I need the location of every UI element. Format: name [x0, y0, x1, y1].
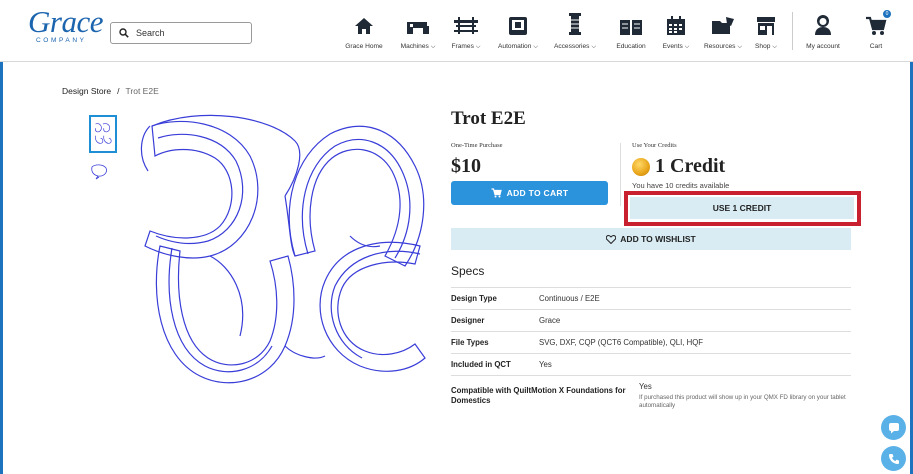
- spec-row: Design Type Continuous / E2E: [451, 287, 851, 309]
- cart-icon: [866, 16, 887, 35]
- product-title: Trot E2E: [451, 108, 526, 129]
- design-preview-image: [140, 114, 426, 384]
- nav-label: Grace Home: [345, 43, 383, 50]
- credits-available-text: You have 10 credits available: [632, 181, 730, 190]
- credits-label: Use Your Credits: [632, 142, 677, 149]
- logo-text: Grace: [28, 4, 103, 39]
- chevron-down-icon: ⌵: [475, 44, 481, 50]
- search-icon: [119, 28, 129, 38]
- spec-value: SVG, DXF, CQP (QCT6 Compatible), QLI, HQ…: [539, 338, 704, 347]
- thumbnail-1-selected[interactable]: [89, 115, 117, 153]
- add-to-wishlist-button[interactable]: ADD TO WISHLIST: [451, 228, 851, 250]
- spec-note: If purchased this product will show up i…: [639, 394, 846, 409]
- spec-row: File Types SVG, DXF, CQP (QCT6 Compatibl…: [451, 331, 851, 353]
- design-thumbnail-icon: [95, 123, 112, 144]
- use-credit-button[interactable]: USE 1 CREDIT: [630, 197, 854, 219]
- credit-value: 1 Credit: [655, 155, 726, 177]
- spec-value: Yes: [639, 382, 652, 391]
- search-input[interactable]: [136, 28, 246, 38]
- spec-value: Grace: [539, 316, 561, 325]
- product-price: $10: [451, 155, 481, 177]
- nav-label: Cart: [869, 43, 883, 50]
- cart-icon: [491, 188, 502, 198]
- chat-button[interactable]: [881, 415, 906, 440]
- calendar-icon: [667, 16, 685, 35]
- user-icon: [815, 15, 831, 35]
- one-time-purchase-label: One-Time Purchase: [451, 142, 503, 149]
- spec-value: Continuous / E2E: [539, 294, 600, 303]
- spec-key: Design Type: [451, 294, 497, 303]
- thread-spool-icon: [569, 13, 581, 35]
- chevron-down-icon: ⌵: [772, 44, 777, 50]
- cart-badge: 0: [883, 10, 891, 18]
- spec-row: Compatible with QuiltMotion X Foundation…: [451, 375, 851, 413]
- wishlist-label: ADD TO WISHLIST: [620, 234, 696, 244]
- search-box[interactable]: [110, 22, 252, 44]
- automation-screen-icon: [509, 17, 527, 35]
- credit-price: 1 Credit: [632, 155, 725, 178]
- breadcrumb: Design Store / Trot E2E: [62, 86, 159, 96]
- quilting-frame-icon: [454, 17, 478, 34]
- storefront-icon: [757, 17, 775, 35]
- grace-logo[interactable]: Grace COMPANY: [28, 4, 103, 50]
- site-header: Grace COMPANY Grace Home Machines⌵ Frame…: [0, 0, 913, 62]
- thumbnail-2[interactable]: [89, 162, 117, 190]
- nav-label: My account: [806, 43, 840, 50]
- nav-cart[interactable]: 0 Cart: [841, 10, 911, 50]
- add-to-cart-button[interactable]: ADD TO CART: [451, 181, 608, 205]
- breadcrumb-separator: /: [117, 86, 120, 96]
- spec-key: Included in QCT: [451, 360, 511, 369]
- specs-table: Design Type Continuous / E2E Designer Gr…: [451, 287, 851, 413]
- specs-heading: Specs: [451, 264, 485, 278]
- spec-row: Designer Grace: [451, 309, 851, 331]
- nav-label: Accessories ⌵: [553, 43, 597, 50]
- spec-key: File Types: [451, 338, 489, 347]
- spec-key: Compatible with QuiltMotion X Foundation…: [451, 386, 626, 405]
- phone-icon: [888, 453, 899, 464]
- nav-label: Frames ⌵: [451, 43, 481, 50]
- sewing-machine-icon: [407, 22, 429, 34]
- spec-key: Designer: [451, 316, 485, 325]
- purchase-divider: [620, 143, 621, 206]
- coin-icon: [632, 157, 650, 176]
- heart-icon: [606, 234, 617, 244]
- nav-label: Automation ⌵: [498, 43, 538, 50]
- breadcrumb-parent[interactable]: Design Store: [62, 86, 111, 96]
- nav-label: Shop ⌵: [755, 43, 777, 50]
- spec-row: Included in QCT Yes: [451, 353, 851, 375]
- nav-label: Events ⌵: [662, 43, 690, 50]
- design-thumbnail-icon: [91, 164, 107, 180]
- add-to-cart-label: ADD TO CART: [506, 188, 569, 198]
- spec-value: Yes: [539, 360, 552, 369]
- book-icon: [620, 20, 642, 35]
- home-icon: [355, 18, 373, 34]
- breadcrumb-current: Trot E2E: [125, 86, 159, 96]
- chevron-down-icon: ⌵: [533, 44, 538, 50]
- phone-button[interactable]: [881, 446, 906, 471]
- chat-icon: [888, 422, 899, 433]
